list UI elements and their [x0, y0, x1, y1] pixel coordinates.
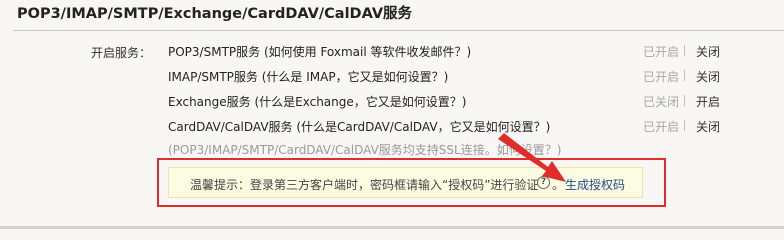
section-title: POP3/IMAP/SMTP/Exchange/CardDAV/CalDAV服务: [17, 6, 413, 22]
service-pop3-smtp-status: 已开启: [643, 45, 680, 59]
bottom-border: [0, 226, 784, 229]
service-imap-smtp-toggle[interactable]: 关闭: [696, 68, 720, 85]
ssl-note[interactable]: (POP3/IMAP/SMTP/CardDAV/CalDAV服务均支持SSL连接…: [168, 141, 561, 158]
service-exchange-name: Exchange服务 (什么是Exchange，它又是如何设置？): [168, 95, 467, 109]
title-divider: [13, 30, 784, 31]
service-carddav-caldav-name: CardDAV/CalDAV服务 (什么是CardDAV/CalDAV，它又是如…: [168, 120, 551, 134]
service-imap-smtp-name: IMAP/SMTP服务 (什么是 IMAP，它又是如何设置？): [168, 70, 449, 84]
status-separator: [684, 120, 685, 131]
service-carddav-caldav-status: 已开启: [643, 120, 680, 134]
service-carddav-caldav-toggle[interactable]: 关闭: [696, 118, 720, 135]
status-separator: [684, 45, 685, 56]
service-pop3-smtp-name: POP3/SMTP服务 (如何使用 Foxmail 等软件收发邮件？): [168, 45, 472, 59]
status-separator: [684, 95, 685, 106]
services-label: 开启服务：: [91, 46, 152, 60]
highlight-frame: [157, 158, 666, 207]
service-imap-smtp-status: 已开启: [643, 70, 680, 84]
service-pop3-smtp-toggle[interactable]: 关闭: [696, 43, 720, 60]
service-exchange-toggle[interactable]: 开启: [696, 93, 720, 110]
status-separator: [684, 70, 685, 81]
service-exchange-status: 已关闭: [643, 95, 680, 109]
